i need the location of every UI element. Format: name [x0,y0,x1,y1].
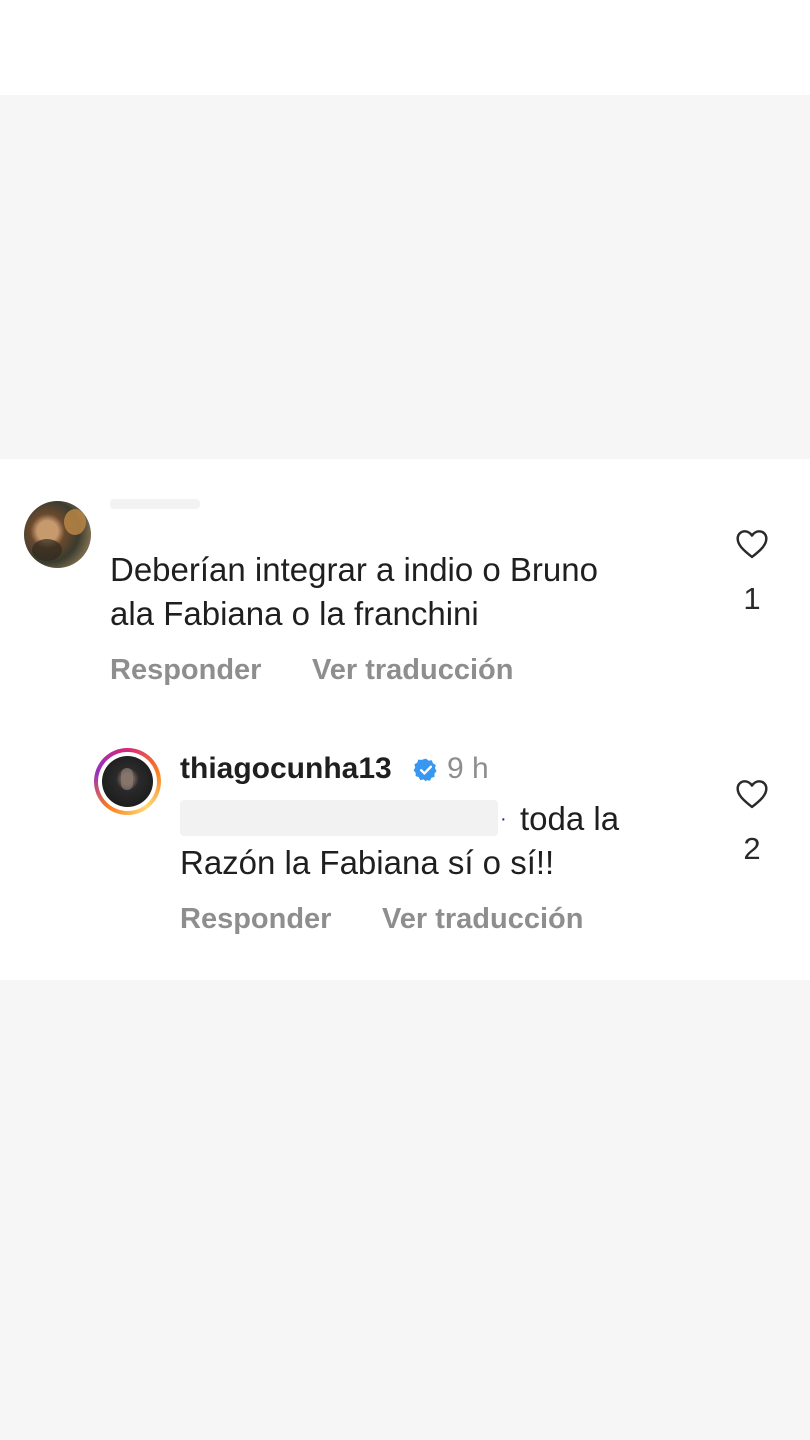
see-translation-button[interactable]: Ver traducción [382,903,583,936]
reply-text-line: toda la [520,800,620,837]
avatar-photo-detail [64,509,86,535]
top-blank-area [0,0,810,95]
redacted-mention [180,800,498,836]
like-count: 1 [743,581,761,616]
see-translation-button[interactable]: Ver traducción [312,654,513,687]
background-area-bottom [0,980,810,1440]
reply-button[interactable]: Responder [180,903,331,936]
reply-timestamp: 9 h [447,752,489,785]
comment-text-line: ala Fabiana o la franchini [110,595,479,632]
heart-outline-icon[interactable] [735,529,769,559]
comment-text-line: Deberían integrar a indio o Bruno [110,551,598,588]
heart-outline-icon[interactable] [735,779,769,809]
redaction-artifact: · [500,808,507,830]
reply-username[interactable]: thiagocunha13 [180,752,392,786]
avatar-photo-detail [32,539,62,561]
reply-button[interactable]: Responder [110,654,261,687]
comments-card: Deberían integrar a indio o Bruno ala Fa… [0,459,810,980]
like-count: 2 [743,831,761,866]
commenter-avatar[interactable] [24,501,91,568]
reply-avatar-story-ring[interactable] [94,748,161,815]
redacted-username [110,499,200,509]
reply-text-line: Razón la Fabiana sí o sí!! [180,844,555,881]
background-area-top [0,95,810,459]
verified-badge-icon [413,758,437,782]
reply-avatar [102,756,153,807]
